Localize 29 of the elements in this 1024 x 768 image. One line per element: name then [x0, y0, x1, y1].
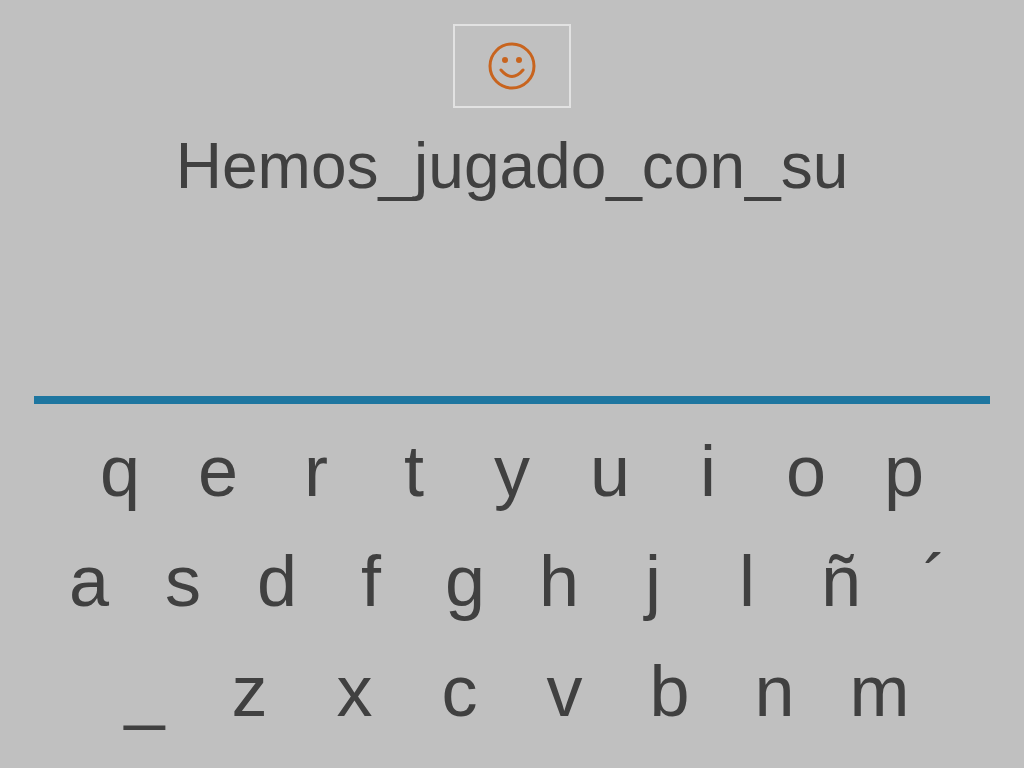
- letter-key[interactable]: c: [407, 641, 512, 741]
- letter-key[interactable]: ´: [888, 531, 982, 631]
- letter-key[interactable]: f: [324, 531, 418, 631]
- letter-key[interactable]: n: [722, 641, 827, 741]
- letter-key[interactable]: _: [92, 641, 197, 741]
- letter-key[interactable]: s: [136, 531, 230, 631]
- letter-key[interactable]: v: [512, 641, 617, 741]
- smiley-icon: [487, 41, 537, 91]
- letter-key[interactable]: e: [169, 421, 267, 521]
- letter-key[interactable]: t: [365, 421, 463, 521]
- letter-key[interactable]: l: [700, 531, 794, 631]
- letter-key[interactable]: h: [512, 531, 606, 631]
- letter-key[interactable]: o: [757, 421, 855, 521]
- letter-key[interactable]: m: [827, 641, 932, 741]
- letter-key[interactable]: z: [197, 641, 302, 741]
- letter-key[interactable]: p: [855, 421, 953, 521]
- letter-key[interactable]: r: [267, 421, 365, 521]
- letter-key[interactable]: x: [302, 641, 407, 741]
- letter-key[interactable]: u: [561, 421, 659, 521]
- letter-key[interactable]: d: [230, 531, 324, 631]
- letter-key[interactable]: i: [659, 421, 757, 521]
- letter-key[interactable]: y: [463, 421, 561, 521]
- phrase-text: Hemos_jugado_con_su: [175, 129, 849, 204]
- letter-key[interactable]: g: [418, 531, 512, 631]
- letter-key[interactable]: j: [606, 531, 700, 631]
- letter-key[interactable]: b: [617, 641, 722, 741]
- letter-key[interactable]: ñ: [794, 531, 888, 631]
- letter-key[interactable]: q: [71, 421, 169, 521]
- letter-key[interactable]: a: [42, 531, 136, 631]
